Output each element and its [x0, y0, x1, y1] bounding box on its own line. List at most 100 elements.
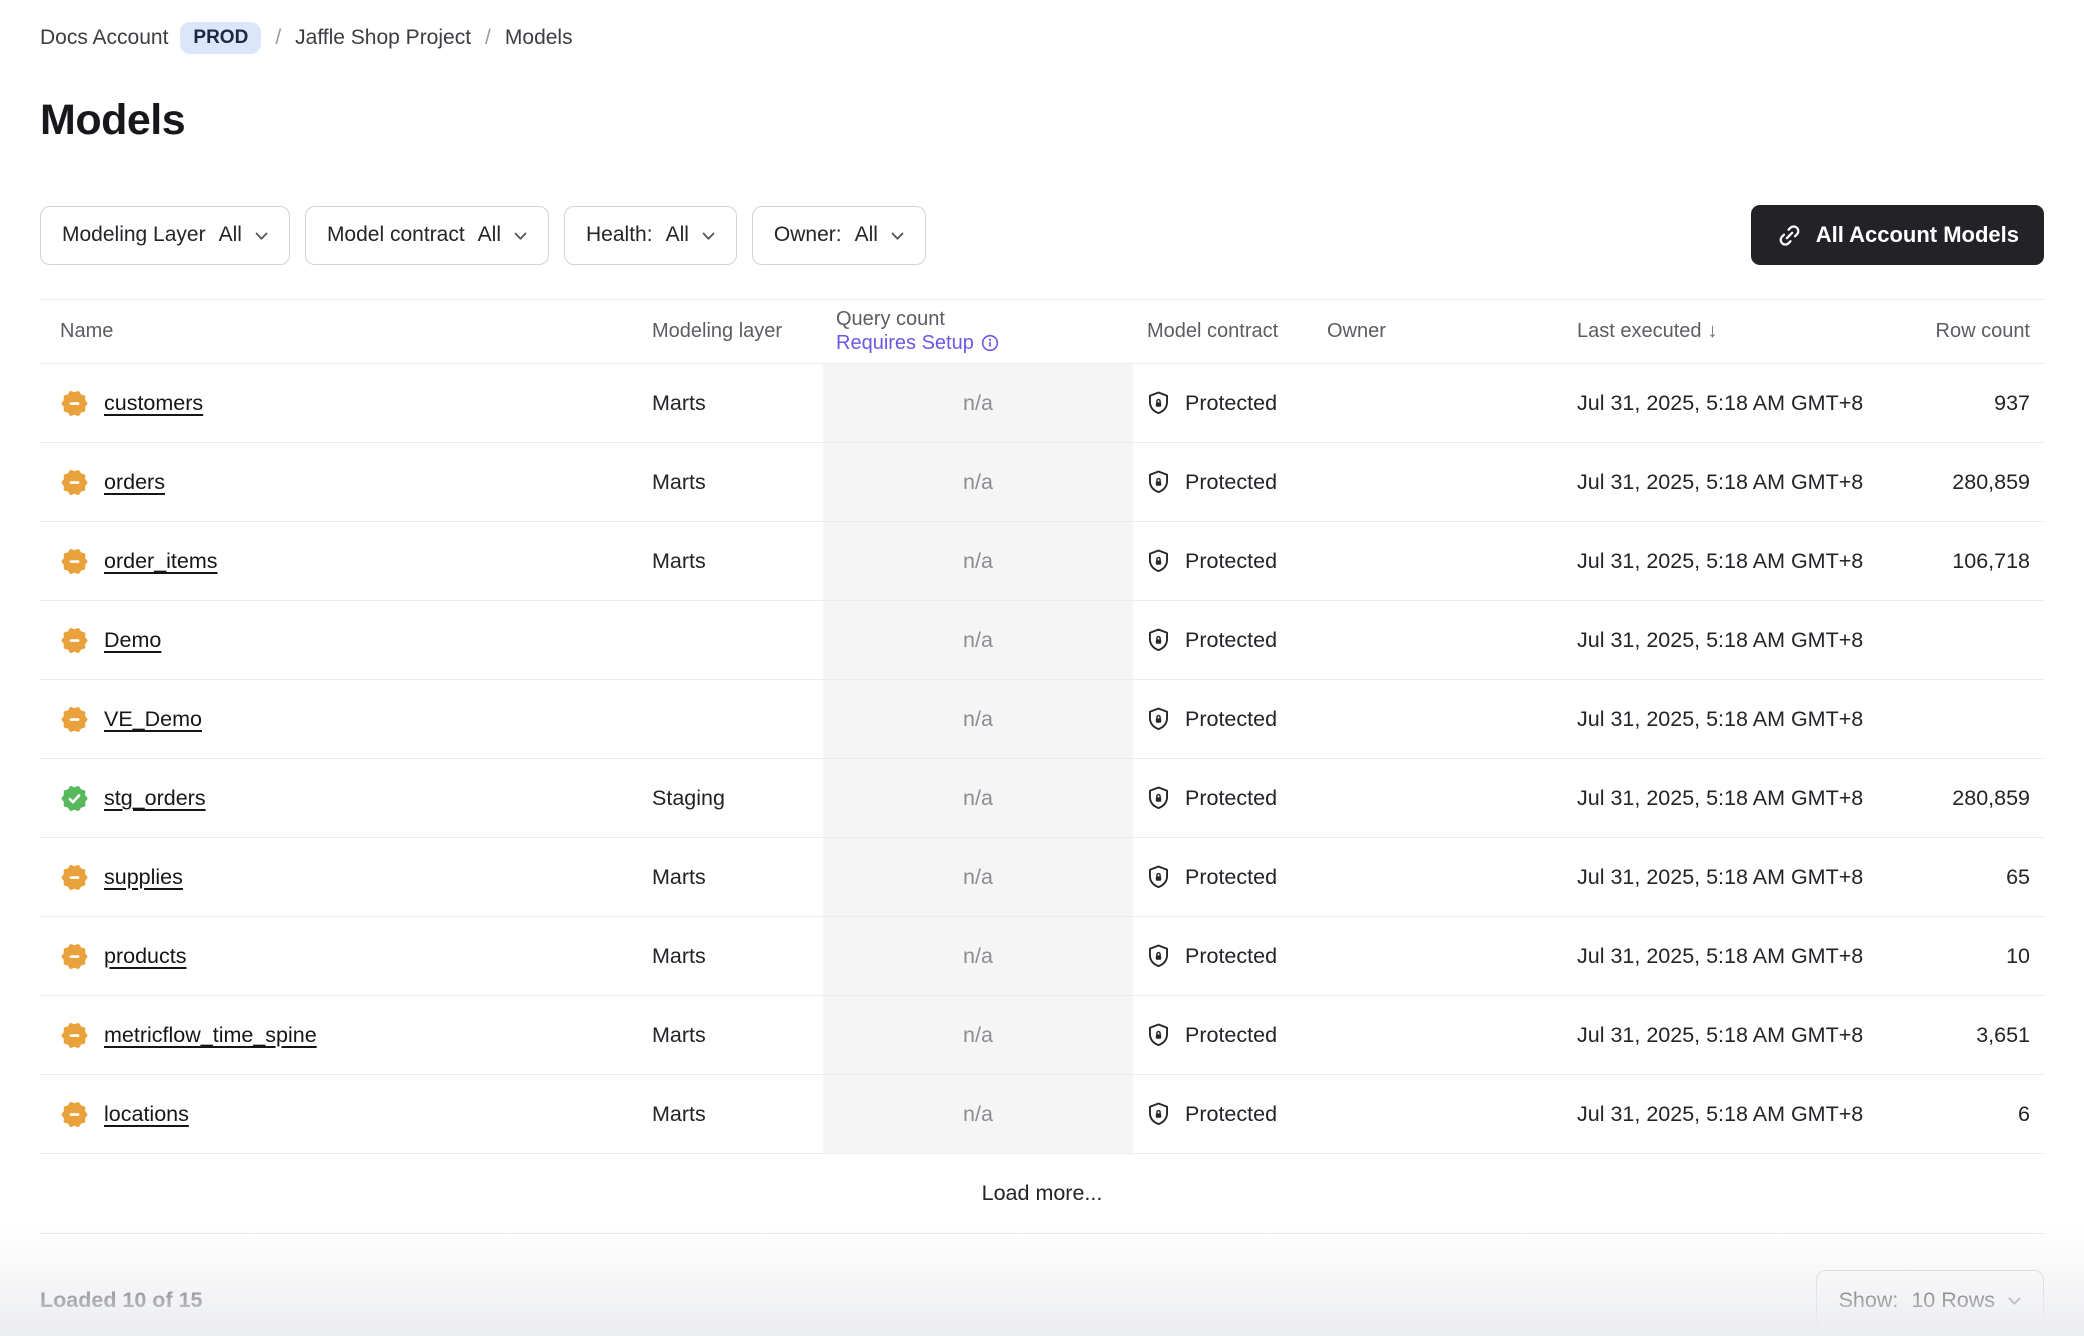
query-count-cell: n/a [823, 680, 1133, 758]
filter-health[interactable]: Health: All [564, 206, 737, 265]
chevron-down-icon [891, 232, 904, 241]
model-name-link[interactable]: order_items [104, 549, 218, 574]
filter-model-contract[interactable]: Model contract All [305, 206, 549, 265]
col-header-name[interactable]: Name [40, 312, 652, 351]
model-name-cell: Demo [40, 601, 652, 679]
query-count-cell: n/a [823, 838, 1133, 916]
show-rows-dropdown[interactable]: Show: 10 Rows [1816, 1270, 2044, 1330]
filter-label: Modeling Layer [62, 223, 206, 247]
breadcrumb-project[interactable]: Jaffle Shop Project [295, 26, 471, 50]
filter-value: All [219, 223, 242, 247]
model-contract-value: Protected [1185, 549, 1277, 574]
model-contract-value: Protected [1185, 391, 1277, 416]
models-table: Name Modeling layer Query count Requires… [40, 299, 2044, 1234]
requires-setup-link[interactable]: Requires Setup [836, 332, 1000, 356]
model-name-cell: customers [40, 364, 652, 442]
col-header-last-executed[interactable]: Last executed↓ [1563, 312, 1873, 351]
table-header-row: Name Modeling layer Query count Requires… [40, 299, 2044, 364]
models-page: Docs Account PROD / Jaffle Shop Project … [0, 0, 2084, 1336]
page-title: Models [40, 96, 2044, 145]
row-count-cell: 106,718 [1873, 522, 2044, 600]
loaded-status: Loaded 10 of 15 [40, 1288, 203, 1313]
environment-badge: PROD [180, 22, 261, 54]
health-minus-icon [60, 942, 89, 971]
filter-owner[interactable]: Owner: All [752, 206, 926, 265]
modeling-layer-cell: Marts [652, 443, 823, 521]
model-contract-value: Protected [1185, 786, 1277, 811]
last-executed-label: Last executed [1577, 320, 1702, 342]
model-contract-cell: Protected [1133, 1075, 1313, 1153]
owner-cell [1313, 996, 1563, 1074]
modeling-layer-cell: Marts [652, 996, 823, 1074]
table-row: stg_orders Staging n/a Protected Jul 31,… [40, 759, 2044, 838]
col-header-modeling-layer[interactable]: Modeling layer [652, 312, 823, 351]
col-header-owner[interactable]: Owner [1313, 312, 1563, 351]
model-name-cell: order_items [40, 522, 652, 600]
load-more-button[interactable]: Load more... [982, 1181, 1103, 1206]
model-contract-value: Protected [1185, 628, 1277, 653]
shield-lock-icon [1145, 469, 1172, 496]
row-count-cell: 65 [1873, 838, 2044, 916]
col-header-model-contract[interactable]: Model contract [1133, 312, 1313, 351]
chevron-down-icon [2008, 1297, 2021, 1306]
model-contract-cell: Protected [1133, 759, 1313, 837]
filter-value: All [855, 223, 878, 247]
owner-cell [1313, 601, 1563, 679]
health-minus-icon [60, 1100, 89, 1129]
model-name-link[interactable]: supplies [104, 865, 183, 890]
health-minus-icon [60, 626, 89, 655]
breadcrumb-account[interactable]: Docs Account [40, 26, 168, 50]
col-header-row-count[interactable]: Row count [1873, 312, 2044, 351]
model-name-link[interactable]: products [104, 944, 186, 969]
model-contract-value: Protected [1185, 1102, 1277, 1127]
model-name-link[interactable]: Demo [104, 628, 161, 653]
model-name-cell: orders [40, 443, 652, 521]
query-count-cell: n/a [823, 364, 1133, 442]
query-count-cell: n/a [823, 522, 1133, 600]
all-account-models-button[interactable]: All Account Models [1751, 205, 2044, 265]
model-contract-value: Protected [1185, 865, 1277, 890]
info-icon[interactable] [980, 333, 1000, 353]
shield-lock-icon [1145, 864, 1172, 891]
model-name-link[interactable]: customers [104, 391, 203, 416]
health-minus-icon [60, 863, 89, 892]
model-name-link[interactable]: locations [104, 1102, 189, 1127]
modeling-layer-cell: Marts [652, 1075, 823, 1153]
owner-cell [1313, 522, 1563, 600]
link-icon [1776, 222, 1803, 249]
shield-lock-icon [1145, 943, 1172, 970]
row-count-cell [1873, 601, 2044, 679]
model-contract-cell: Protected [1133, 917, 1313, 995]
breadcrumb-separator: / [275, 26, 281, 50]
query-count-cell: n/a [823, 917, 1133, 995]
model-contract-value: Protected [1185, 1023, 1277, 1048]
health-minus-icon [60, 705, 89, 734]
model-name-link[interactable]: VE_Demo [104, 707, 202, 732]
model-name-cell: products [40, 917, 652, 995]
table-row: Demo n/a Protected Jul 31, 2025, 5:18 AM… [40, 601, 2044, 680]
filter-modeling-layer[interactable]: Modeling Layer All [40, 206, 290, 265]
query-count-label: Query count [836, 308, 1133, 332]
model-name-link[interactable]: metricflow_time_spine [104, 1023, 317, 1048]
query-count-cell: n/a [823, 601, 1133, 679]
model-contract-cell: Protected [1133, 680, 1313, 758]
model-name-link[interactable]: stg_orders [104, 786, 206, 811]
table-body: customers Marts n/a Protected Jul 31, 20… [40, 364, 2044, 1154]
modeling-layer-cell: Staging [652, 759, 823, 837]
chevron-down-icon [702, 232, 715, 241]
table-row: metricflow_time_spine Marts n/a Protecte… [40, 996, 2044, 1075]
model-contract-cell: Protected [1133, 601, 1313, 679]
model-contract-cell: Protected [1133, 364, 1313, 442]
shield-lock-icon [1145, 548, 1172, 575]
model-name-cell: stg_orders [40, 759, 652, 837]
shield-lock-icon [1145, 706, 1172, 733]
owner-cell [1313, 759, 1563, 837]
owner-cell [1313, 838, 1563, 916]
query-count-cell: n/a [823, 1075, 1133, 1153]
owner-cell [1313, 364, 1563, 442]
query-count-cell: n/a [823, 996, 1133, 1074]
last-executed-cell: Jul 31, 2025, 5:18 AM GMT+8 [1563, 1075, 1873, 1153]
model-name-link[interactable]: orders [104, 470, 165, 495]
chevron-down-icon [255, 232, 268, 241]
owner-cell [1313, 680, 1563, 758]
